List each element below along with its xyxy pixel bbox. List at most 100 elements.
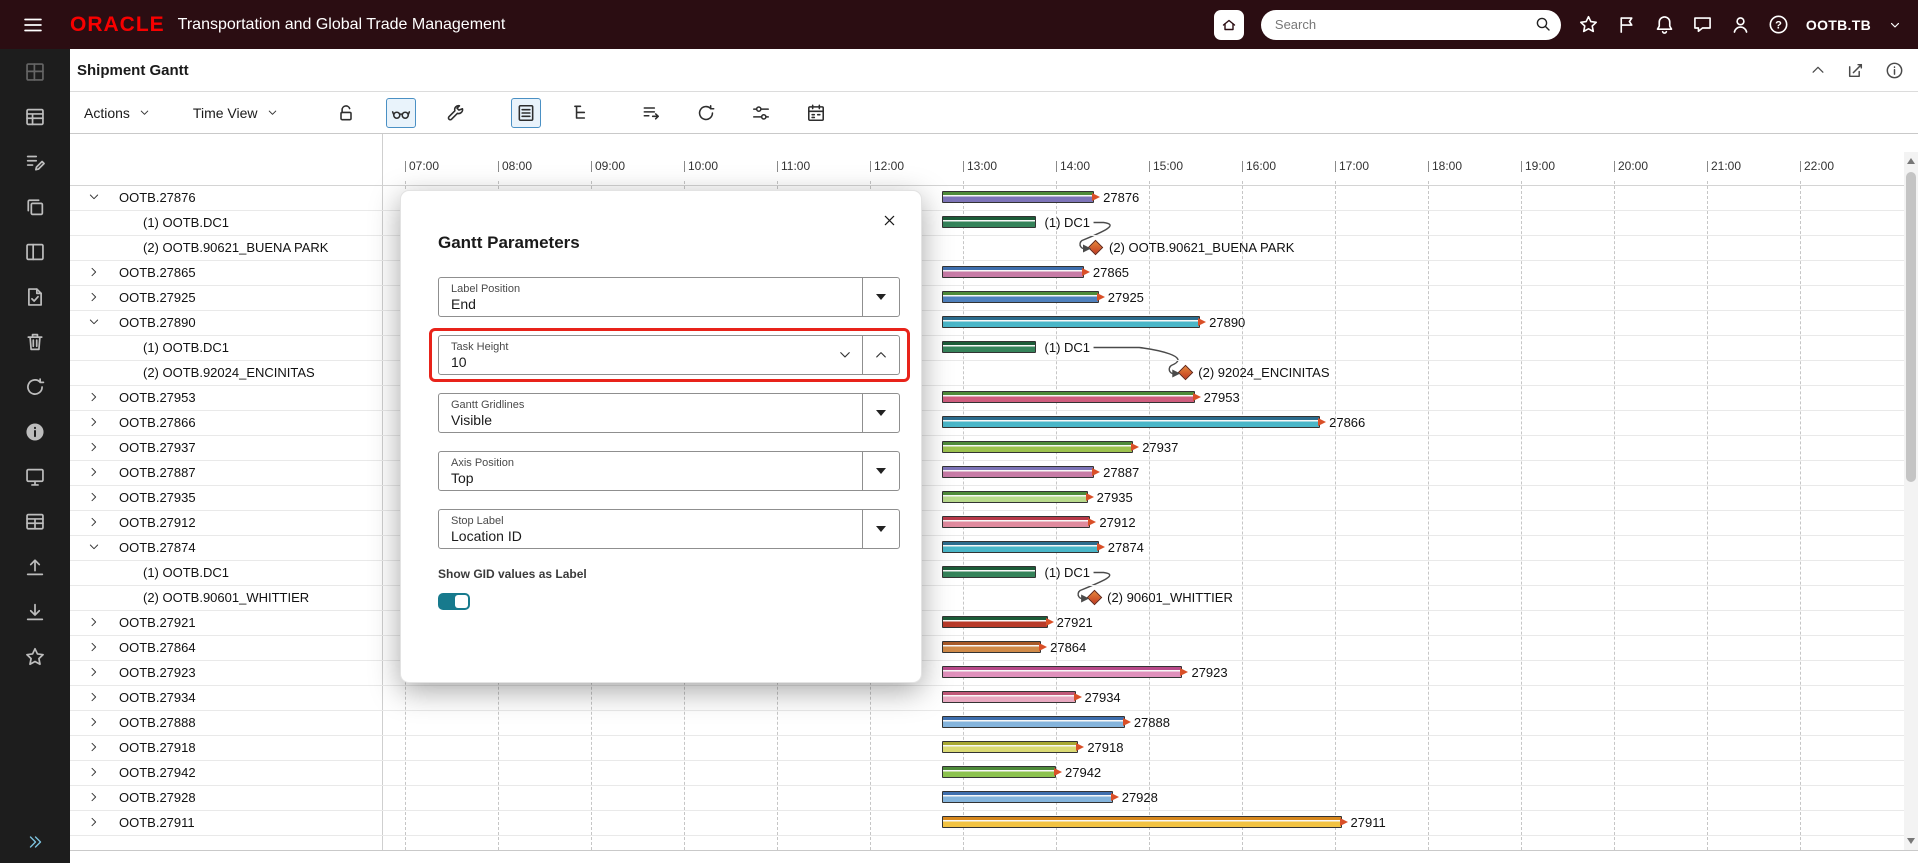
- tree-row[interactable]: OOTB.27866: [70, 410, 383, 435]
- gantt-bar[interactable]: [941, 816, 1342, 828]
- gantt-bar[interactable]: [941, 291, 1099, 303]
- tree-row[interactable]: OOTB.27925: [70, 285, 383, 310]
- stepper-increment-icon[interactable]: [862, 336, 899, 374]
- chevron-right-icon[interactable]: [88, 266, 100, 278]
- tree-row[interactable]: OOTB.27865: [70, 260, 383, 285]
- chevron-down-icon[interactable]: [88, 316, 100, 328]
- favorites-icon[interactable]: [1578, 14, 1599, 35]
- close-icon[interactable]: [882, 213, 897, 228]
- info-filled-icon[interactable]: [24, 421, 46, 443]
- gantt-gridlines-input[interactable]: Gantt Gridlines Visible: [438, 393, 900, 433]
- user-menu-caret-icon[interactable]: [1888, 18, 1902, 32]
- layout-icon[interactable]: [24, 241, 46, 263]
- chevron-right-icon[interactable]: [88, 641, 100, 653]
- chevron-right-icon[interactable]: [88, 441, 100, 453]
- tree-row[interactable]: (1) OOTB.DC1: [70, 335, 383, 360]
- tree-row[interactable]: OOTB.27911: [70, 810, 383, 835]
- gantt-bar[interactable]: [941, 191, 1095, 203]
- download-icon[interactable]: [24, 601, 46, 623]
- tree-row[interactable]: OOTB.27937: [70, 435, 383, 460]
- gantt-bar[interactable]: [941, 266, 1084, 278]
- stop-label-input[interactable]: Stop Label Location ID: [438, 509, 900, 549]
- task-height-input[interactable]: Task Height 10: [438, 335, 900, 375]
- calendar-button[interactable]: [801, 98, 831, 128]
- time-view-menu[interactable]: Time View: [193, 105, 279, 121]
- chevron-right-icon[interactable]: [88, 791, 100, 803]
- dropdown-arrow-icon[interactable]: [862, 394, 899, 432]
- refresh-button[interactable]: [691, 98, 721, 128]
- help-icon[interactable]: ?: [1768, 14, 1789, 35]
- tree-row[interactable]: (2) OOTB.90621_BUENA PARK: [70, 235, 383, 260]
- document-check-icon[interactable]: [24, 286, 46, 308]
- chevron-right-icon[interactable]: [88, 491, 100, 503]
- gantt-bar[interactable]: [941, 541, 1099, 553]
- tree-row[interactable]: OOTB.27953: [70, 385, 383, 410]
- gantt-bar[interactable]: [941, 716, 1125, 728]
- edit-list-icon[interactable]: [24, 151, 46, 173]
- gantt-bar[interactable]: [941, 766, 1056, 778]
- milestone-diamond[interactable]: [1177, 364, 1194, 381]
- chevron-right-icon[interactable]: [88, 416, 100, 428]
- scrollbar-thumb[interactable]: [1906, 172, 1916, 482]
- tree-row[interactable]: OOTB.27874: [70, 535, 383, 560]
- chevron-right-icon[interactable]: [88, 691, 100, 703]
- page-info-icon[interactable]: [1885, 61, 1904, 80]
- tree-row[interactable]: OOTB.27888: [70, 710, 383, 735]
- chevron-down-icon[interactable]: [88, 191, 100, 203]
- chevron-right-icon[interactable]: [88, 741, 100, 753]
- show-gid-toggle[interactable]: [438, 593, 470, 610]
- chevron-right-icon[interactable]: [88, 716, 100, 728]
- gantt-bar[interactable]: [941, 416, 1321, 428]
- gantt-bar[interactable]: [941, 441, 1134, 453]
- gantt-bar[interactable]: [941, 791, 1113, 803]
- tree-row[interactable]: OOTB.27912: [70, 510, 383, 535]
- search-input[interactable]: [1260, 9, 1561, 40]
- user-profile-icon[interactable]: [1730, 14, 1751, 35]
- gantt-bar[interactable]: [941, 516, 1091, 528]
- gantt-bar[interactable]: [941, 391, 1195, 403]
- tree-row[interactable]: OOTB.27921: [70, 610, 383, 635]
- tree-row[interactable]: OOTB.27935: [70, 485, 383, 510]
- username[interactable]: OOTB.TB: [1806, 17, 1871, 33]
- workbench-icon[interactable]: [24, 61, 46, 83]
- notifications-bell-icon[interactable]: [1654, 14, 1675, 35]
- menu-icon[interactable]: [22, 14, 44, 36]
- collapse-rows-button[interactable]: [636, 98, 666, 128]
- edit-page-icon[interactable]: [1846, 61, 1865, 80]
- tree-row[interactable]: (1) OOTB.DC1: [70, 560, 383, 585]
- chevron-right-icon[interactable]: [88, 666, 100, 678]
- label-position-input[interactable]: Label Position End: [438, 277, 900, 317]
- scroll-up-icon[interactable]: [1907, 158, 1915, 164]
- vertical-scrollbar[interactable]: [1904, 152, 1918, 850]
- trash-icon[interactable]: [24, 331, 46, 353]
- chevron-right-icon[interactable]: [88, 616, 100, 628]
- chat-icon[interactable]: [1692, 14, 1713, 35]
- flag-icon[interactable]: [1616, 14, 1637, 35]
- search-icon[interactable]: [1534, 15, 1552, 33]
- tree-row[interactable]: OOTB.27876: [70, 185, 383, 210]
- tree-row[interactable]: (1) OOTB.DC1: [70, 210, 383, 235]
- dropdown-arrow-icon[interactable]: [862, 278, 899, 316]
- tree-row[interactable]: OOTB.27864: [70, 635, 383, 660]
- data-table-icon[interactable]: [24, 106, 46, 128]
- chevron-right-icon[interactable]: [88, 291, 100, 303]
- sync-icon[interactable]: [24, 376, 46, 398]
- tree-row[interactable]: OOTB.27934: [70, 685, 383, 710]
- gantt-bar[interactable]: [941, 341, 1036, 353]
- favorites-icon[interactable]: [24, 646, 46, 668]
- milestone-diamond[interactable]: [1088, 239, 1104, 256]
- dropdown-arrow-icon[interactable]: [862, 452, 899, 490]
- gantt-bar[interactable]: [941, 566, 1036, 578]
- milestone-diamond[interactable]: [1086, 589, 1102, 606]
- view-glasses-button[interactable]: [385, 97, 416, 128]
- actions-menu[interactable]: Actions: [84, 105, 151, 121]
- gantt-bar[interactable]: [941, 216, 1036, 228]
- tree-row[interactable]: OOTB.27928: [70, 785, 383, 810]
- tree-row[interactable]: OOTB.27890: [70, 310, 383, 335]
- settings-sliders-button[interactable]: [746, 98, 776, 128]
- chevron-right-icon[interactable]: [88, 766, 100, 778]
- tree-row[interactable]: OOTB.27942: [70, 760, 383, 785]
- gantt-bar[interactable]: [941, 316, 1201, 328]
- copy-icon[interactable]: [24, 196, 46, 218]
- gantt-bar[interactable]: [941, 666, 1183, 678]
